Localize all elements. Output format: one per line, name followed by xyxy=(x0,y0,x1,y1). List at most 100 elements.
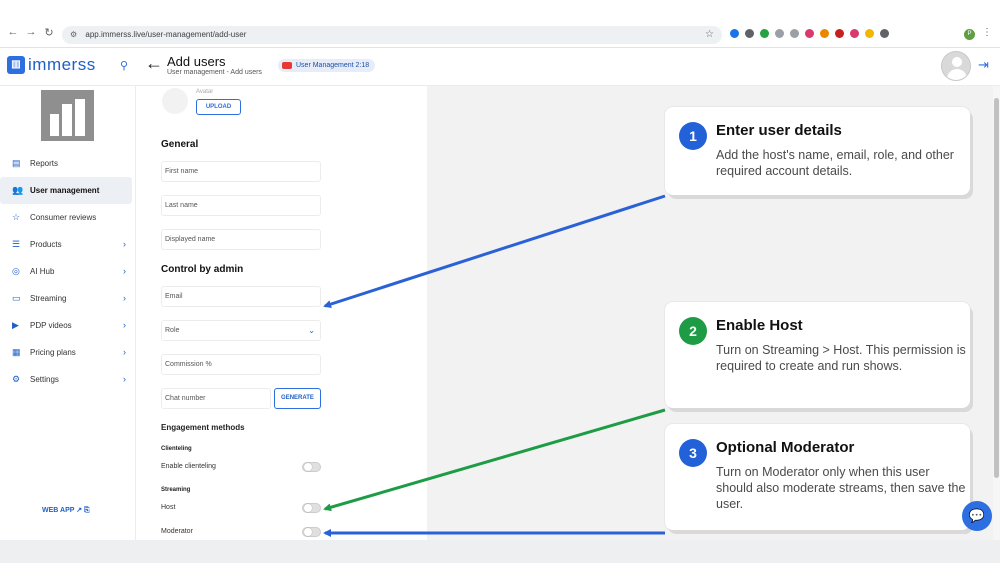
sidebar-item-label: Settings xyxy=(30,375,59,384)
browser-toolbar: ← → ↻ ⚙ app.immerss.live/user-management… xyxy=(0,0,1000,48)
chat-support-button[interactable]: 💬 xyxy=(962,501,992,531)
forward-icon[interactable]: → xyxy=(24,26,38,39)
tutorial-video-badge[interactable]: User Management 2:18 xyxy=(278,59,376,72)
moderator-toggle[interactable] xyxy=(302,527,321,537)
site-settings-icon[interactable]: ⚙ xyxy=(70,30,77,39)
sidebar-item-products[interactable]: ☰ Products › xyxy=(0,231,136,258)
external-link-icon: ↗ ⎘ xyxy=(76,507,90,514)
sidebar-item-label: Streaming xyxy=(30,294,67,303)
bottom-strip xyxy=(0,540,1000,563)
commission-field[interactable]: Commission % xyxy=(161,354,321,375)
chevron-right-icon: › xyxy=(123,374,126,384)
web-app-link[interactable]: WEB APP ↗ ⎘ xyxy=(42,506,90,515)
tutorial-video-label: User Management 2:18 xyxy=(296,62,370,69)
extension-icon[interactable] xyxy=(730,29,739,38)
extension-icon[interactable] xyxy=(775,29,784,38)
scrollbar-thumb[interactable] xyxy=(994,98,999,478)
logout-icon[interactable]: ⇥ xyxy=(978,57,989,73)
sidebar-item-label: User management xyxy=(30,186,100,195)
callout-text: Turn on Moderator only when this user sh… xyxy=(716,465,966,511)
url-text: app.immerss.live/user-management/add-use… xyxy=(85,30,247,39)
control-by-admin-heading: Control by admin xyxy=(161,264,244,275)
list-icon: ☰ xyxy=(12,239,21,249)
displayed-name-field[interactable]: Displayed name xyxy=(161,229,321,250)
chevron-right-icon: › xyxy=(123,293,126,303)
extensions-bar xyxy=(730,29,889,38)
sidebar-item-pricing-plans[interactable]: ▦ Pricing plans › xyxy=(0,339,136,366)
user-avatar[interactable] xyxy=(941,51,971,81)
sidebar-item-consumer-reviews[interactable]: ☆ Consumer reviews xyxy=(0,204,136,231)
breadcrumb: User management - Add users xyxy=(167,69,262,76)
sidebar-item-ai-hub[interactable]: ◎ AI Hub › xyxy=(0,258,136,285)
sidebar-item-user-management[interactable]: 👥 User management xyxy=(0,177,132,204)
youtube-icon xyxy=(282,62,292,69)
enable-clienteling-toggle[interactable] xyxy=(302,462,321,472)
role-select-label: Role xyxy=(165,327,180,334)
sidebar-item-pdp-videos[interactable]: ▶ PDP videos › xyxy=(0,312,136,339)
reload-icon[interactable]: ↻ xyxy=(42,26,56,39)
extension-icon[interactable] xyxy=(760,29,769,38)
web-app-label: WEB APP xyxy=(42,507,75,514)
chevron-right-icon: › xyxy=(123,320,126,330)
moderator-label: Moderator xyxy=(161,528,193,535)
chat-number-field[interactable]: Chat number xyxy=(161,388,271,409)
back-arrow-icon[interactable]: ← xyxy=(145,53,163,74)
extension-icon[interactable] xyxy=(805,29,814,38)
sidebar-item-streaming[interactable]: ▭ Streaming › xyxy=(0,285,136,312)
callout-number-badge: 2 xyxy=(679,317,707,345)
extension-icon[interactable] xyxy=(745,29,754,38)
callout-number-badge: 3 xyxy=(679,439,707,467)
extension-icon[interactable] xyxy=(820,29,829,38)
extension-icon[interactable] xyxy=(865,29,874,38)
role-select[interactable]: Role ⌄ xyxy=(161,320,321,341)
users-icon: 👥 xyxy=(12,185,24,195)
pin-sidebar-icon[interactable]: ⚲ xyxy=(120,59,128,72)
browser-menu-icon[interactable]: ⋮ xyxy=(982,27,992,38)
chevron-down-icon: ⌄ xyxy=(308,326,315,335)
host-toggle[interactable] xyxy=(302,503,321,513)
generate-button[interactable]: GENERATE xyxy=(274,388,321,409)
sidebar-item-label: Reports xyxy=(30,159,59,168)
chevron-right-icon: › xyxy=(123,266,126,276)
sidebar-item-settings[interactable]: ⚙ Settings › xyxy=(0,366,136,393)
company-logo xyxy=(41,90,94,141)
bookmark-star-icon[interactable]: ☆ xyxy=(705,26,714,44)
callout-title: Enable Host xyxy=(716,317,803,334)
upload-button[interactable]: UPLOAD xyxy=(196,99,241,115)
email-field[interactable]: Email xyxy=(161,286,321,307)
extensions-puzzle-icon[interactable] xyxy=(880,29,889,38)
extension-icon[interactable] xyxy=(790,29,799,38)
callout-card-3: 3 Optional Moderator Turn on Moderator o… xyxy=(665,424,970,530)
extension-icon[interactable] xyxy=(835,29,844,38)
sidebar: ▤ Reports 👥 User management ☆ Consumer r… xyxy=(0,86,136,540)
callout-text: Turn on Streaming > Host. This permissio… xyxy=(716,343,966,373)
immerss-logo-icon: ▥ xyxy=(7,56,25,74)
page-scrollbar[interactable] xyxy=(993,86,1000,540)
enable-clienteling-label: Enable clienteling xyxy=(161,463,216,470)
extension-icon[interactable] xyxy=(850,29,859,38)
host-label: Host xyxy=(161,504,176,511)
app-header: ▥ immerss ⚲ ← Add users User management … xyxy=(0,48,1000,86)
back-icon[interactable]: ← xyxy=(6,26,20,39)
browser-nav: ← → ↻ xyxy=(6,26,56,39)
browser-profile-avatar[interactable]: P xyxy=(964,29,975,40)
streaming-heading: Streaming xyxy=(161,487,191,493)
reports-icon: ▤ xyxy=(12,158,21,168)
first-name-field[interactable]: First name xyxy=(161,161,321,182)
sidebar-item-label: PDP videos xyxy=(30,321,72,330)
video-icon: ▶ xyxy=(12,320,19,330)
callout-card-1: 1 Enter user details Add the host's name… xyxy=(665,107,970,195)
last-name-field[interactable]: Last name xyxy=(161,195,321,216)
callout-number-badge: 1 xyxy=(679,122,707,150)
callout-card-2: 2 Enable Host Turn on Streaming > Host. … xyxy=(665,302,970,408)
engagement-methods-heading: Engagement methods xyxy=(161,423,245,432)
address-bar[interactable]: ⚙ app.immerss.live/user-management/add-u… xyxy=(62,26,722,44)
monitor-icon: ▭ xyxy=(12,293,21,303)
ai-icon: ◎ xyxy=(12,266,20,276)
sidebar-item-reports[interactable]: ▤ Reports xyxy=(0,150,136,177)
avatar-label: Avatar xyxy=(196,89,214,95)
callout-title: Optional Moderator xyxy=(716,439,855,456)
general-heading: General xyxy=(161,139,199,150)
add-user-form: Avatar UPLOAD General First name Last na… xyxy=(137,86,427,540)
sidebar-nav: ▤ Reports 👥 User management ☆ Consumer r… xyxy=(0,150,136,393)
